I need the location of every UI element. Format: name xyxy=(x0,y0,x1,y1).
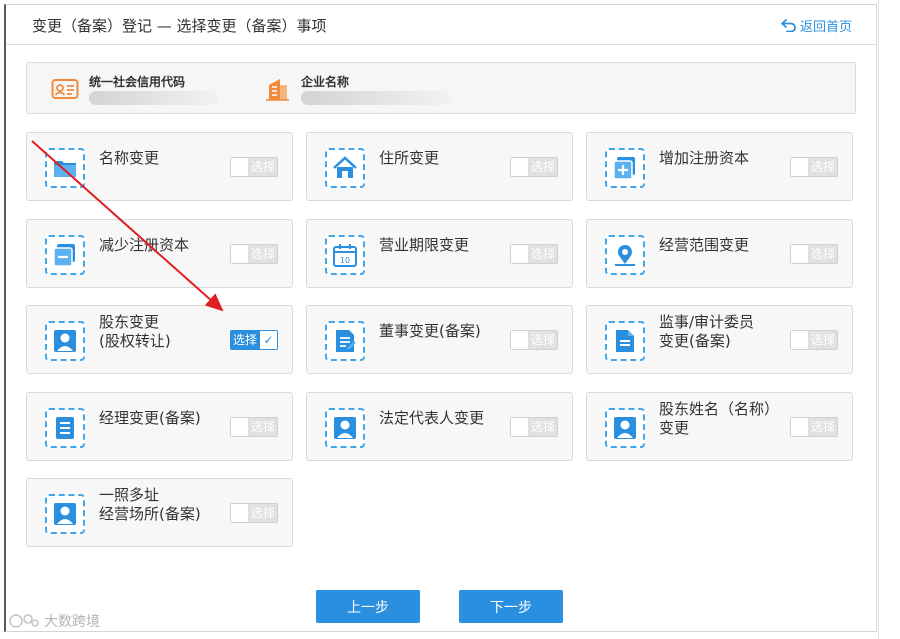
prev-step-button[interactable]: 上一步 xyxy=(316,590,420,623)
enterprise-info-bar: 统一社会信用代码 企业名称 xyxy=(26,62,856,114)
location-icon xyxy=(605,235,645,275)
select-toggle-label: 选择 xyxy=(529,331,557,349)
select-toggle[interactable]: 选择 xyxy=(510,244,558,264)
back-to-home-link[interactable]: 返回首页 xyxy=(781,16,852,35)
page-header: 变更（备案）登记 — 选择变更（备案）事项 返回首页 xyxy=(6,5,876,45)
document-icon xyxy=(605,321,645,361)
change-item-card[interactable]: 经理变更(备案) 选择 xyxy=(26,392,293,461)
watermark-logo-icon xyxy=(9,614,39,628)
change-item-card[interactable]: 住所变更选择 xyxy=(306,132,573,201)
change-item-label: 减少注册资本 xyxy=(99,236,190,254)
select-toggle[interactable]: 选择 xyxy=(510,157,558,177)
change-item-label: 营业期限变更 xyxy=(379,236,470,254)
toggle-knob xyxy=(511,158,529,176)
select-toggle[interactable]: 选择 xyxy=(510,330,558,350)
id-card-icon xyxy=(51,79,79,99)
select-toggle-label: 选择 xyxy=(249,418,277,436)
company-name-value-redacted xyxy=(301,91,451,105)
select-toggle[interactable]: 选择 xyxy=(230,157,278,177)
return-arrow-icon xyxy=(781,19,796,32)
change-item-card[interactable]: 股东姓名（名称） 变更 选择 xyxy=(586,392,853,461)
svg-text:10: 10 xyxy=(340,256,350,265)
main-panel: 变更（备案）登记 — 选择变更（备案）事项 返回首页 统一社会信用代码 企业名称… xyxy=(4,4,877,632)
toggle-knob xyxy=(791,331,809,349)
change-item-label: 经营范围变更 xyxy=(659,236,750,254)
change-item-label: 一照多址 经营场所(备案) xyxy=(99,486,201,523)
add-icon xyxy=(605,148,645,188)
toggle-knob xyxy=(511,245,529,263)
toggle-knob xyxy=(231,418,249,436)
toggle-knob xyxy=(511,331,529,349)
minus-icon xyxy=(45,235,85,275)
change-item-label: 名称变更 xyxy=(99,149,160,167)
list-icon xyxy=(45,408,85,448)
change-item-label: 住所变更 xyxy=(379,149,440,167)
person-icon xyxy=(45,494,85,534)
select-toggle[interactable]: 选择 xyxy=(790,244,838,264)
page-title: 变更（备案）登记 — 选择变更（备案）事项 xyxy=(32,17,327,35)
toggle-knob xyxy=(231,504,249,522)
calendar-icon: 10 xyxy=(325,235,365,275)
select-toggle-label: 选择 xyxy=(231,331,259,349)
change-item-card[interactable]: 一照多址 经营场所(备案) 选择 xyxy=(26,478,293,547)
toggle-knob xyxy=(231,158,249,176)
select-toggle-label: 选择 xyxy=(529,158,557,176)
change-item-card[interactable]: 董事变更(备案) 选择 xyxy=(306,305,573,374)
edit-document-icon xyxy=(325,321,365,361)
select-toggle[interactable]: 选择 xyxy=(510,417,558,437)
change-item-card[interactable]: 增加注册资本选择 xyxy=(586,132,853,201)
credit-code-label: 统一社会信用代码 xyxy=(89,75,186,89)
person-icon xyxy=(325,408,365,448)
folder-icon xyxy=(45,148,85,188)
change-item-label: 增加注册资本 xyxy=(659,149,750,167)
toggle-knob xyxy=(511,418,529,436)
select-toggle[interactable]: 选择 xyxy=(230,244,278,264)
select-toggle[interactable]: 选择 xyxy=(790,157,838,177)
change-item-label: 法定代表人变更 xyxy=(379,409,485,427)
toggle-knob xyxy=(791,158,809,176)
select-toggle-label: 选择 xyxy=(249,245,277,263)
select-toggle-label: 选择 xyxy=(809,331,837,349)
watermark: 大数跨境 xyxy=(8,611,100,631)
select-toggle-label: 选择 xyxy=(529,245,557,263)
select-toggle-label: 选择 xyxy=(809,245,837,263)
watermark-text: 大数跨境 xyxy=(44,614,100,630)
checkmark-icon: ✓ xyxy=(259,331,277,349)
person-icon xyxy=(45,321,85,361)
credit-code-value-redacted xyxy=(89,91,219,105)
change-item-label: 股东姓名（名称） 变更 xyxy=(659,400,780,437)
toggle-knob xyxy=(231,245,249,263)
select-toggle[interactable]: 选择 xyxy=(790,417,838,437)
scrollbar-track[interactable] xyxy=(878,0,900,639)
change-item-label: 经理变更(备案) xyxy=(99,409,201,427)
change-item-card[interactable]: 经营范围变更选择 xyxy=(586,219,853,288)
select-toggle-label: 选择 xyxy=(809,158,837,176)
select-toggle-label: 选择 xyxy=(249,158,277,176)
home-icon xyxy=(325,148,365,188)
select-toggle[interactable]: 选择 xyxy=(230,503,278,523)
company-name-label: 企业名称 xyxy=(301,75,350,89)
building-icon xyxy=(266,79,289,101)
change-item-label: 股东变更 (股权转让) xyxy=(99,313,171,350)
select-toggle-label: 选择 xyxy=(249,504,277,522)
change-item-card[interactable]: 减少注册资本选择 xyxy=(26,219,293,288)
toggle-knob xyxy=(791,418,809,436)
select-toggle-label: 选择 xyxy=(529,418,557,436)
select-toggle[interactable]: 选择 xyxy=(230,417,278,437)
change-item-card[interactable]: 法定代表人变更选择 xyxy=(306,392,573,461)
change-item-card[interactable]: 名称变更选择 xyxy=(26,132,293,201)
change-item-label: 监事/审计委员 变更(备案) xyxy=(659,313,755,350)
back-link-label: 返回首页 xyxy=(799,20,852,35)
toggle-knob xyxy=(791,245,809,263)
change-item-label: 董事变更(备案) xyxy=(379,322,481,340)
select-toggle-label: 选择 xyxy=(809,418,837,436)
change-item-card[interactable]: 10 营业期限变更选择 xyxy=(306,219,573,288)
person-icon xyxy=(605,408,645,448)
change-item-card[interactable]: 监事/审计委员 变更(备案) 选择 xyxy=(586,305,853,374)
select-toggle[interactable]: 选择 xyxy=(790,330,838,350)
select-toggle[interactable]: ✓ 选择 xyxy=(230,330,278,350)
next-step-button[interactable]: 下一步 xyxy=(459,590,563,623)
change-item-card[interactable]: 股东变更 (股权转让) ✓ 选择 xyxy=(26,305,293,374)
